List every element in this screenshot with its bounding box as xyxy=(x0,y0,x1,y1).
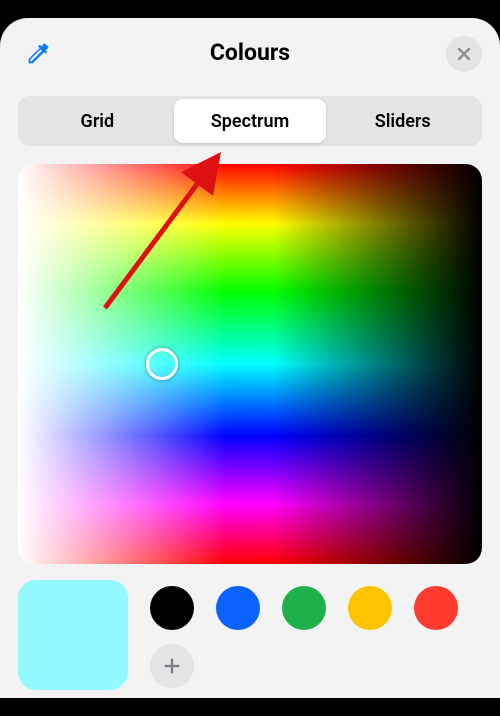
spectrum-area[interactable] xyxy=(18,164,482,564)
swatch-row xyxy=(150,586,482,630)
tab-label: Spectrum xyxy=(211,111,289,132)
swatch-row-2 xyxy=(150,644,482,688)
close-button[interactable] xyxy=(446,36,482,72)
current-color-preview[interactable] xyxy=(18,580,128,690)
add-swatch-button[interactable] xyxy=(150,644,194,688)
spectrum-gradient xyxy=(18,164,482,564)
swatch-black[interactable] xyxy=(150,586,194,630)
swatch-blue[interactable] xyxy=(216,586,260,630)
color-picker-sheet: Colours Grid Spectrum Sliders xyxy=(0,18,500,698)
swatch-yellow[interactable] xyxy=(348,586,392,630)
header: Colours xyxy=(0,18,500,86)
picker-knob[interactable] xyxy=(146,348,178,380)
mode-segmented-control: Grid Spectrum Sliders xyxy=(18,96,482,146)
eyedropper-button[interactable] xyxy=(24,40,52,68)
tab-label: Grid xyxy=(81,111,115,132)
swatch-red[interactable] xyxy=(414,586,458,630)
tab-grid[interactable]: Grid xyxy=(21,99,174,143)
swatch-green[interactable] xyxy=(282,586,326,630)
tab-spectrum[interactable]: Spectrum xyxy=(174,99,327,143)
tab-label: Sliders xyxy=(375,111,431,132)
page-title: Colours xyxy=(210,39,290,66)
tab-sliders[interactable]: Sliders xyxy=(326,99,479,143)
swatch-area xyxy=(150,580,482,698)
bottom-bar xyxy=(18,580,482,698)
